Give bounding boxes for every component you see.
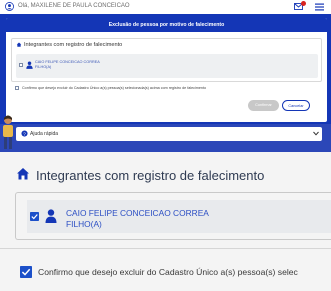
quick-help-label: Ajuda rápida <box>30 131 59 137</box>
zoom-confirm-row[interactable]: Confirmo que desejo excluir do Cadastro … <box>20 266 298 278</box>
user-icon[interactable] <box>5 2 14 11</box>
zoom-member-card: CAIO FELIPE CONCEICAO CORREA FILHO(A) <box>15 192 331 240</box>
svg-text:?: ? <box>23 131 26 137</box>
greeting-text: Olá, MAXILENE DE PAULA CONCEICAO <box>18 3 130 9</box>
person-illustration <box>3 115 13 149</box>
section-title: Integrantes com registro de falecimento <box>16 42 122 48</box>
confirm-checkbox-checked[interactable] <box>20 266 32 278</box>
divider <box>0 248 331 249</box>
top-bar: Olá, MAXILENE DE PAULA CONCEICAO <box>0 0 331 14</box>
member-checkbox[interactable] <box>19 63 23 67</box>
chevron-down-icon[interactable] <box>313 131 319 136</box>
cancel-button[interactable]: Cancelar <box>282 100 310 111</box>
house-icon <box>16 42 22 47</box>
zoom-section-title-text: Integrantes com registro de falecimento <box>36 168 265 183</box>
person-icon <box>45 209 57 223</box>
question-icon: ? <box>21 130 28 137</box>
member-role: FILHO(A) <box>35 65 52 69</box>
member-checkbox-checked[interactable] <box>30 212 39 221</box>
confirm-button[interactable]: Confirmar <box>248 100 279 111</box>
zoomed-view: Integrantes com registro de falecimento … <box>0 152 331 291</box>
menu-icon[interactable] <box>315 3 324 11</box>
house-icon <box>17 168 29 180</box>
confirm-text: Confirmo que desejo excluir do Cadastro … <box>22 86 207 90</box>
modal-title: Exclusão de pessoa por motivo de falecim… <box>6 18 327 32</box>
exclusion-modal: Exclusão de pessoa por motivo de falecim… <box>6 18 327 122</box>
section-title-text: Integrantes com registro de falecimento <box>24 42 123 48</box>
zoom-member-role: FILHO(A) <box>66 219 102 229</box>
confirm-checkbox[interactable] <box>15 86 19 90</box>
zoom-section-title: Integrantes com registro de falecimento <box>16 168 264 183</box>
members-section: Integrantes com registro de falecimento … <box>11 38 322 82</box>
member-row[interactable]: CAIO FELIPE CONCEICAO CORREA FILHO(A) <box>16 54 318 78</box>
quick-help-bar[interactable]: ? Ajuda rápida <box>16 127 322 141</box>
zoom-member-row[interactable]: CAIO FELIPE CONCEICAO CORREA FILHO(A) <box>27 200 331 233</box>
notification-badge <box>301 1 306 6</box>
member-name: CAIO FELIPE CONCEICAO CORREA <box>35 60 100 64</box>
confirm-row[interactable]: Confirmo que desejo excluir do Cadastro … <box>15 86 315 90</box>
person-icon <box>26 61 33 69</box>
zoom-member-name: CAIO FELIPE CONCEICAO CORREA <box>66 208 209 218</box>
zoom-confirm-text: Confirmo que desejo excluir do Cadastro … <box>38 267 298 277</box>
